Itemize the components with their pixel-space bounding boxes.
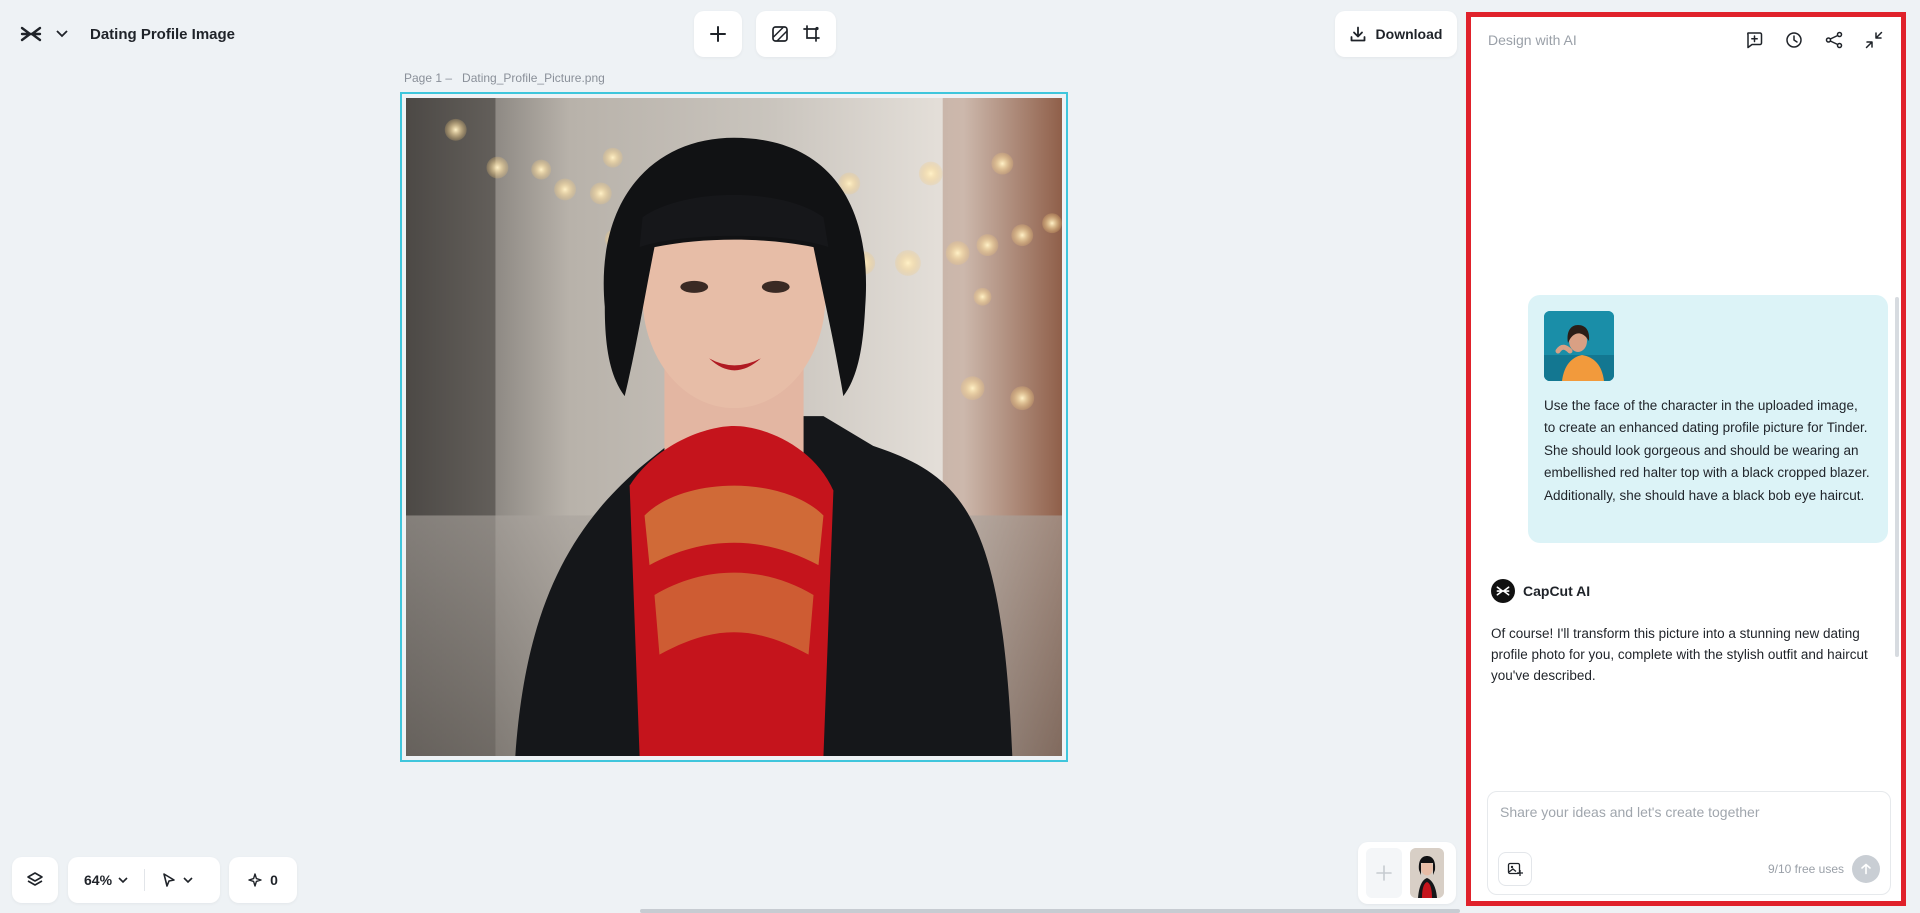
history-icon[interactable] [1783, 29, 1805, 51]
crop-icon[interactable] [803, 25, 821, 43]
free-uses-counter: 9/10 free uses [1767, 862, 1844, 876]
share-icon[interactable] [1823, 29, 1845, 51]
capcut-logo-icon[interactable] [18, 21, 44, 47]
canvas-image[interactable] [406, 98, 1062, 756]
collapse-icon[interactable] [1863, 29, 1885, 51]
page-thumbnails [1358, 842, 1456, 904]
plus-icon [710, 26, 726, 42]
canvas-horizontal-scrollbar[interactable] [640, 909, 1460, 913]
pointer-tool-dropdown[interactable] [161, 872, 193, 888]
chat-composer: 9/10 free uses [1487, 791, 1891, 895]
pointer-icon [161, 872, 177, 888]
chevron-down-icon [118, 876, 128, 884]
remove-background-icon[interactable] [771, 25, 789, 43]
project-header: Dating Profile Image [10, 14, 247, 54]
assistant-header: CapCut AI [1491, 579, 1590, 603]
panel-title: Design with AI [1488, 32, 1577, 48]
panel-header: Design with AI [1471, 17, 1901, 63]
chevron-down-icon [183, 876, 193, 884]
sparkle-icon [248, 873, 262, 887]
layers-button[interactable] [12, 857, 58, 903]
canvas-selection[interactable] [400, 92, 1068, 762]
layers-icon [26, 871, 44, 889]
uploaded-image-thumbnail[interactable] [1544, 311, 1614, 381]
add-page-button[interactable] [1366, 848, 1402, 898]
chevron-down-icon[interactable] [56, 30, 68, 38]
zoom-dropdown[interactable]: 64% [84, 872, 128, 888]
page-number: Page 1 – [404, 71, 453, 85]
send-button[interactable] [1852, 855, 1880, 883]
upload-image-button[interactable] [1498, 852, 1532, 886]
page-label: Page 1 – Dating_Profile_Picture.png [404, 71, 615, 85]
user-message-text: Use the face of the character in the upl… [1544, 398, 1870, 503]
user-message-bubble: Use the face of the character in the upl… [1528, 295, 1888, 543]
ai-design-panel: Design with AI Use the face of the chara… [1466, 12, 1906, 906]
assistant-name: CapCut AI [1523, 583, 1591, 599]
file-name: Dating_Profile_Picture.png [462, 71, 605, 85]
download-label: Download [1375, 26, 1443, 42]
add-button[interactable] [694, 11, 742, 57]
image-tools-group [756, 11, 836, 57]
panel-scrollbar[interactable] [1895, 297, 1899, 657]
page-thumbnail[interactable] [1410, 848, 1444, 898]
credits-count: 0 [270, 872, 278, 888]
zoom-value: 64% [84, 872, 113, 888]
new-chat-icon[interactable] [1743, 29, 1765, 51]
download-icon [1350, 26, 1366, 42]
assistant-message-text: Of course! I'll transform this picture i… [1491, 626, 1868, 683]
download-button[interactable]: Download [1335, 11, 1457, 57]
chat-input[interactable] [1500, 804, 1880, 820]
capcut-ai-avatar-icon [1491, 579, 1515, 603]
ai-credits-button[interactable]: 0 [229, 857, 297, 903]
project-title[interactable]: Dating Profile Image [90, 26, 235, 43]
zoom-controls: 64% [68, 857, 220, 903]
divider [144, 869, 146, 891]
